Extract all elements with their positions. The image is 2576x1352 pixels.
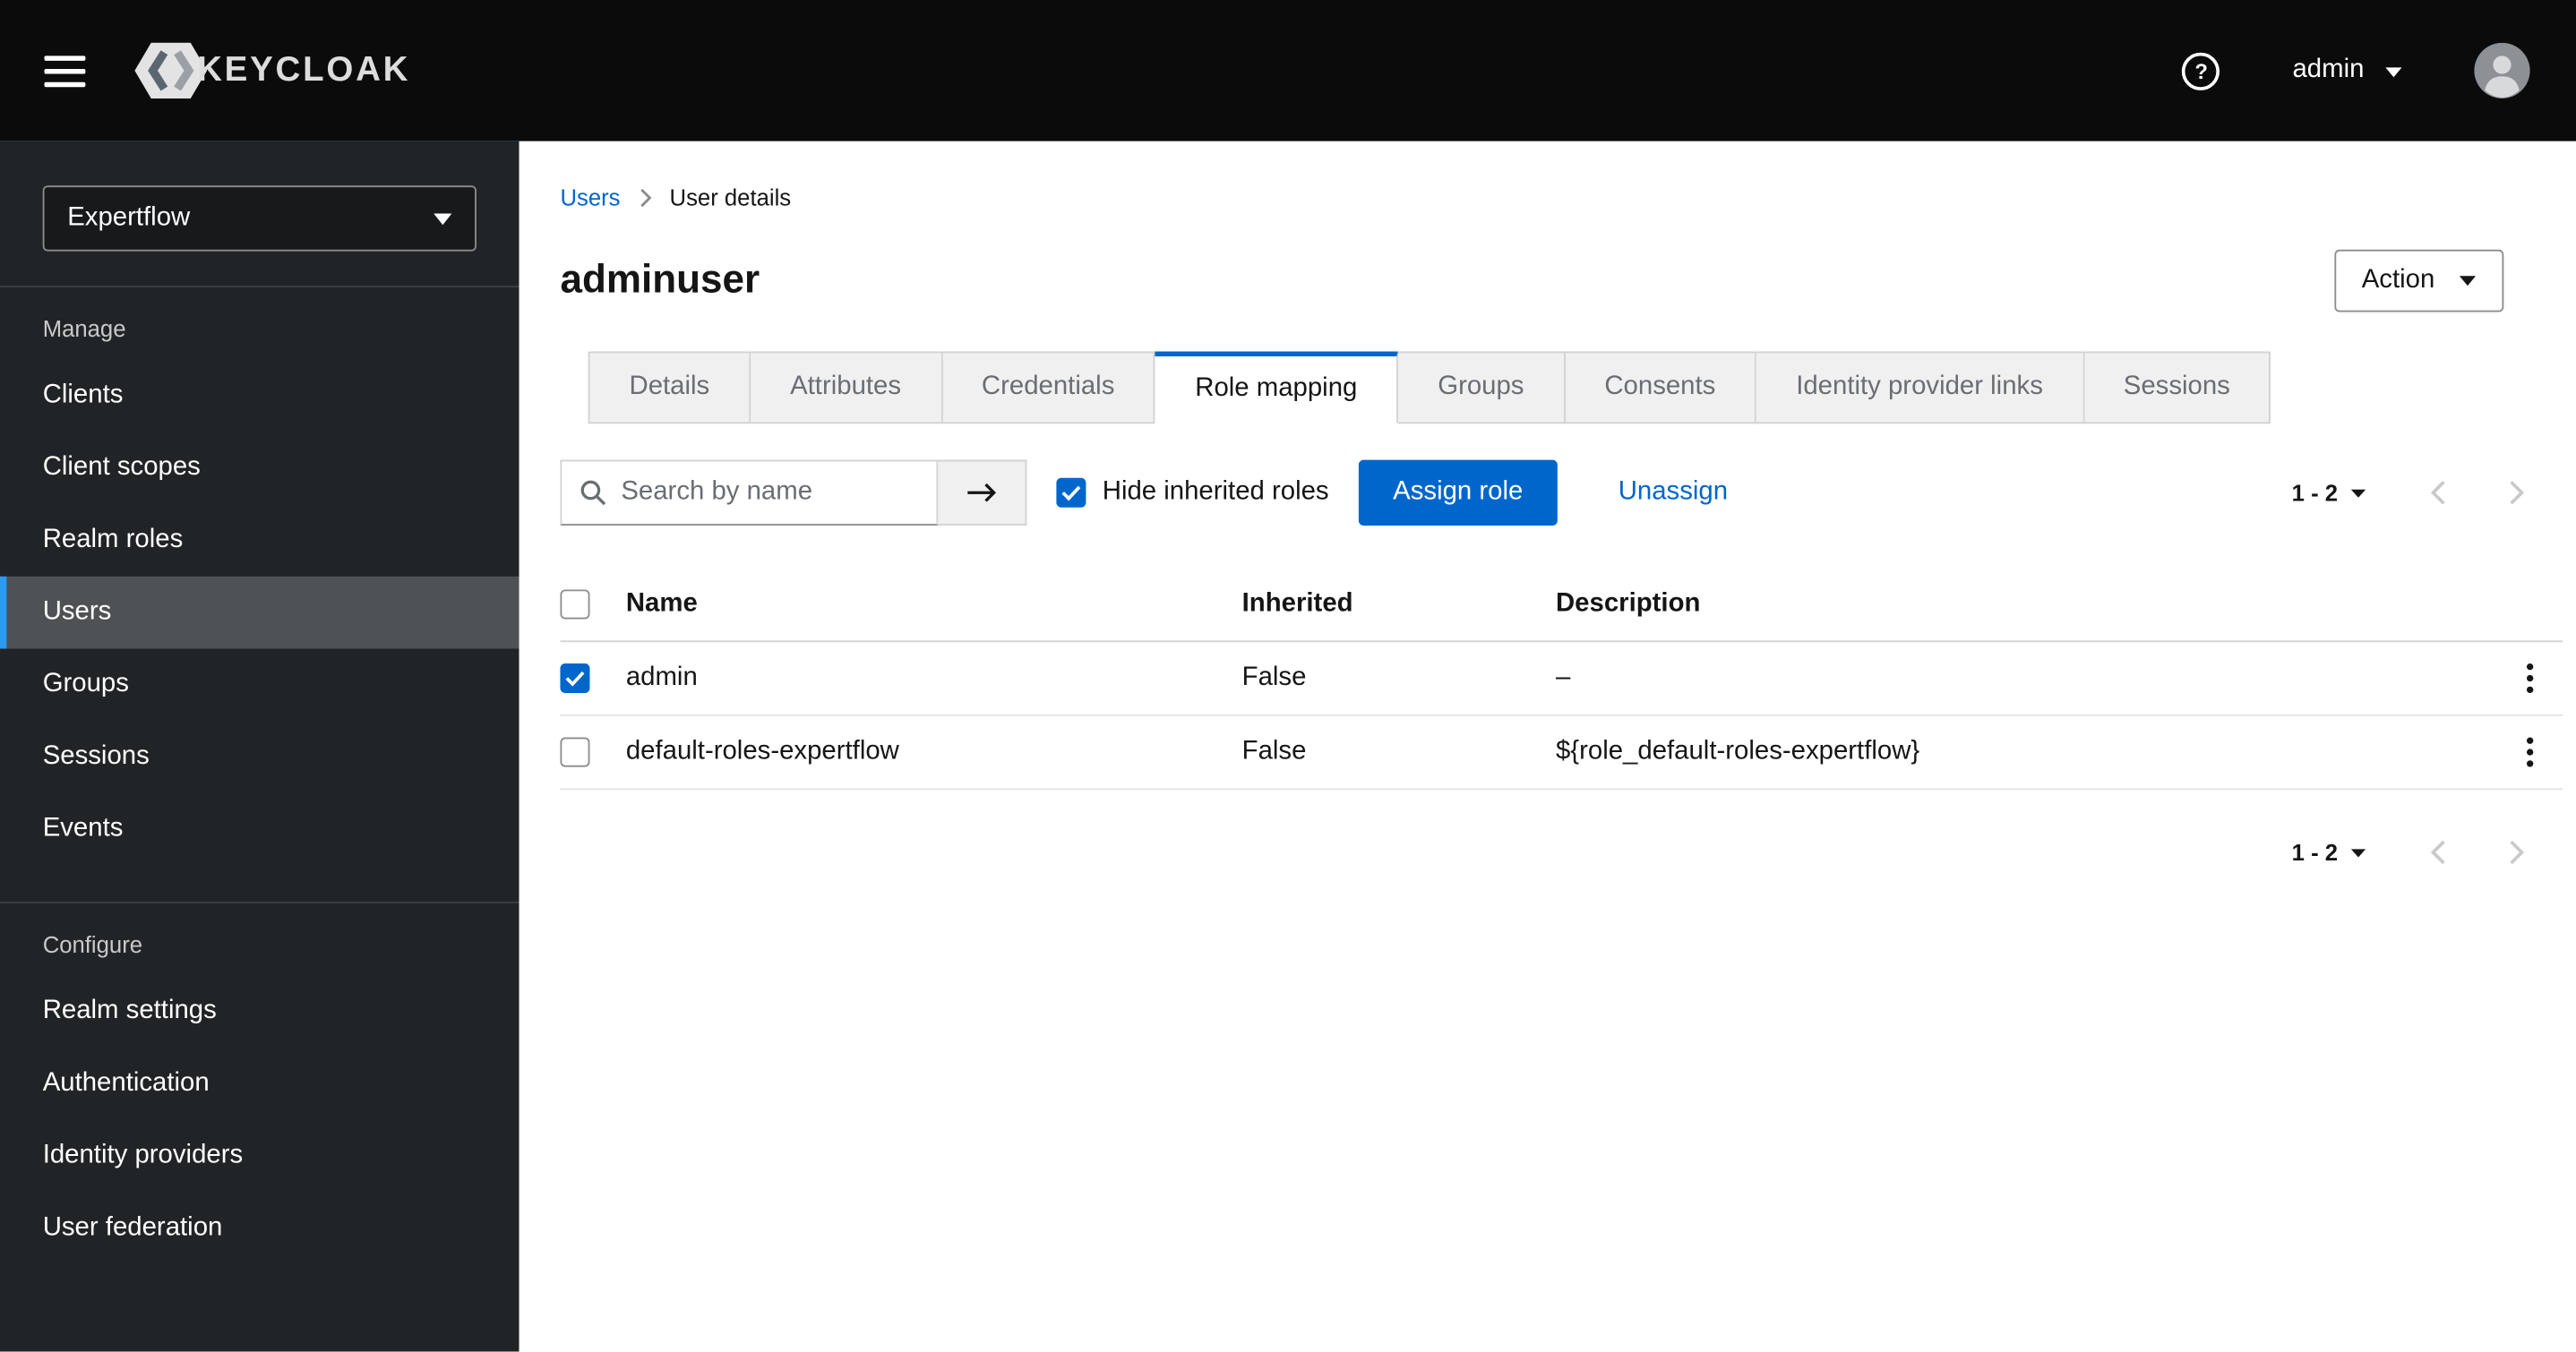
next-page-icon[interactable] [2477,460,2556,526]
breadcrumb: Users User details [519,141,2576,210]
pagination-range-toggle[interactable]: 1 - 2 [2291,839,2366,866]
breadcrumb-current: User details [669,184,792,210]
hide-inherited-roles-checkbox[interactable] [1056,477,1086,508]
unassign-link[interactable]: Unassign [1619,478,1728,508]
username-label: admin [2292,56,2365,84]
select-all-checkbox[interactable] [560,589,590,620]
nav-section-label: Configure [42,930,143,958]
breadcrumb-separator-icon [639,186,652,208]
sidebar-item-realm-roles[interactable]: Realm roles [0,504,519,577]
main-content: Users User details adminuser Action Deta… [519,141,2576,1352]
sidebar-item-user-federation[interactable]: User federation [0,1193,519,1265]
role-mapping-table: Name Inherited Description admin False – [560,569,2563,791]
search-input[interactable] [621,477,919,508]
kebab-menu-icon[interactable] [2497,716,2563,789]
pagination-bottom: 1 - 2 [2292,819,2556,885]
tab-identity-provider-links[interactable]: Identity provider links [1756,351,2084,424]
column-header-inherited: Inherited [1241,589,1353,618]
pagination-range-toggle[interactable]: 1 - 2 [2292,480,2366,506]
tab-groups[interactable]: Groups [1398,351,1566,424]
prev-page-icon[interactable] [2399,819,2477,885]
breadcrumb-link-users[interactable]: Users [560,184,620,210]
row-checkbox[interactable] [560,737,590,767]
sidebar-item-realm-settings[interactable]: Realm settings [0,976,519,1048]
sidebar-item-users[interactable]: Users [0,576,519,649]
sidebar-item-events[interactable]: Events [0,793,519,866]
prev-page-icon[interactable] [2399,460,2477,526]
pagination-range-label: 1 - 2 [2291,479,2339,506]
pagination-top: 1 - 2 [2292,460,2556,526]
user-menu[interactable]: admin [2292,56,2402,85]
search-group [560,459,1027,526]
pagination-range-label: 1 - 2 [2291,839,2339,866]
hamburger-menu-icon[interactable] [0,55,134,87]
role-name-cell: default-roles-expertflow [625,737,899,766]
help-icon[interactable]: ? [2182,51,2220,90]
caret-down-icon [2350,488,2366,497]
hide-inherited-roles-label: Hide inherited roles [1102,477,1329,506]
masthead: KEYCLOAK ? admin [0,0,2576,141]
realm-selector[interactable]: Expertflow [42,185,477,252]
nav-section-configure: Configure Realm settings Authentication … [0,901,519,1265]
column-header-description: Description [1555,589,1701,618]
sidebar-item-client-scopes[interactable]: Client scopes [0,432,519,504]
keycloak-logo-icon [134,41,208,100]
sidebar-item-sessions[interactable]: Sessions [0,721,519,793]
search-icon [580,480,606,506]
sidebar-item-clients[interactable]: Clients [0,360,519,432]
action-button-label: Action [2361,266,2435,295]
avatar[interactable] [2474,42,2530,99]
next-page-icon[interactable] [2477,819,2556,885]
column-header-name: Name [625,589,698,618]
tab-details[interactable]: Details [588,351,751,424]
tab-role-mapping[interactable]: Role mapping [1155,351,1399,424]
caret-down-icon [2350,848,2366,857]
keycloak-logo: KEYCLOAK [134,41,410,100]
caret-down-icon [2459,276,2477,287]
sidebar-item-groups[interactable]: Groups [0,649,519,722]
sidebar-item-authentication[interactable]: Authentication [0,1048,519,1120]
table-row: default-roles-expertflow False ${role_de… [560,716,2563,791]
table-header-row: Name Inherited Description [560,569,2563,643]
tab-consents[interactable]: Consents [1565,351,1757,424]
assign-role-button[interactable]: Assign role [1358,459,1558,526]
realm-selector-value: Expertflow [67,203,191,232]
row-checkbox[interactable] [560,663,590,694]
search-submit-button[interactable] [938,459,1027,526]
tab-sessions[interactable]: Sessions [2083,351,2271,424]
role-description-cell: ${role_default-roles-expertflow} [1555,737,1920,766]
tab-credentials[interactable]: Credentials [941,351,1156,424]
tabs: Details Attributes Credentials Role mapp… [588,351,2576,424]
kebab-menu-icon[interactable] [2497,642,2563,715]
caret-down-icon [434,203,452,233]
role-name-cell: admin [625,663,698,692]
role-inherited-cell: False [1241,663,1307,692]
search-input-wrap [560,459,939,526]
brand-text: KEYCLOAK [197,50,411,90]
sidebar: Expertflow Manage Clients Client scopes … [0,141,519,1352]
caret-down-icon [2385,56,2402,85]
table-row: admin False – [560,642,2563,716]
nav-section-manage: Manage Clients Client scopes Realm roles… [0,287,519,866]
role-description-cell: – [1555,663,1571,692]
sidebar-item-identity-providers[interactable]: Identity providers [0,1120,519,1193]
page-title: adminuser [560,257,760,303]
nav-section-label: Manage [42,315,126,342]
action-dropdown-button[interactable]: Action [2333,249,2504,312]
role-inherited-cell: False [1241,737,1307,766]
hide-inherited-roles-group: Hide inherited roles [1056,477,1329,508]
app-root: KEYCLOAK ? admin Expertflow Manage Clien… [0,0,2576,1352]
role-mapping-toolbar: Hide inherited roles Assign role Unassig… [560,459,2556,526]
tab-attributes[interactable]: Attributes [751,351,942,424]
